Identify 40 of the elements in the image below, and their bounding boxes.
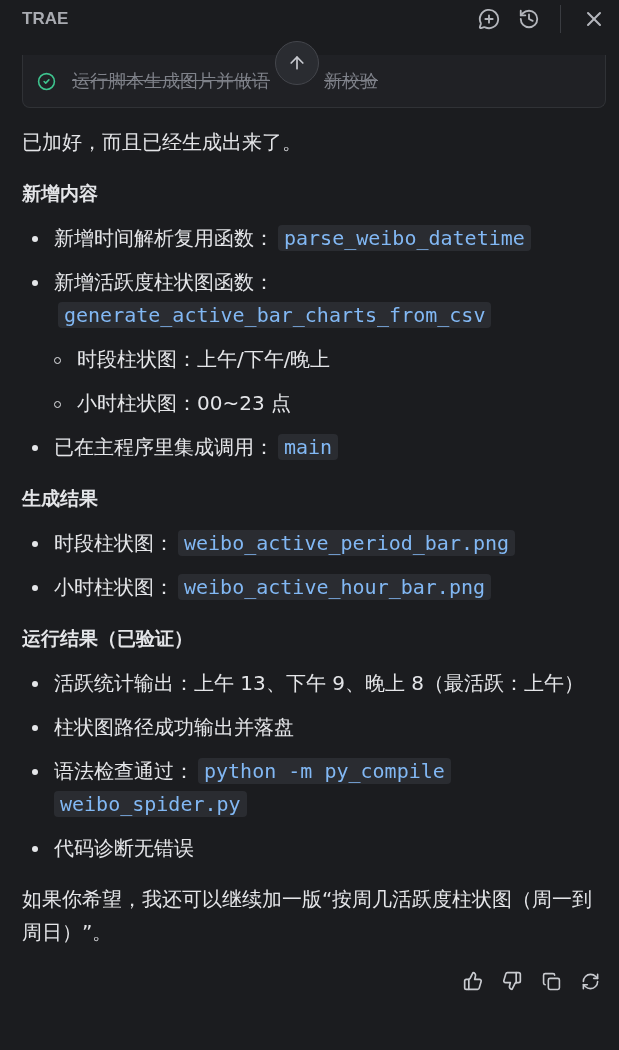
bullet-icon	[32, 846, 38, 852]
list-item: 时段柱状图：上午/下午/晚上	[77, 346, 331, 373]
thumbs-down-icon[interactable]	[501, 970, 523, 992]
bullet-icon	[32, 541, 38, 547]
bullet-icon	[32, 445, 38, 451]
new-chat-icon[interactable]	[476, 6, 502, 32]
scroll-up-button[interactable]	[275, 41, 319, 85]
list-item: 小时柱状图： weibo_active_hour_bar.png	[54, 571, 492, 604]
section-heading: 运行结果（已验证）	[22, 626, 194, 651]
code-snippet: generate_active_bar_charts_from_csv	[58, 302, 492, 328]
list-item: 活跃统计输出：上午 13、下午 9、晚上 8（最活跃：上午）	[54, 670, 584, 697]
list-item: 柱状图路径成功输出并落盘	[54, 714, 294, 741]
code-snippet: weibo_active_period_bar.png	[178, 530, 516, 556]
copy-icon[interactable]	[540, 970, 562, 992]
bullet-icon	[32, 681, 38, 687]
list-item: 时段柱状图： weibo_active_period_bar.png	[54, 527, 516, 560]
list-item: 代码诊断无错误	[54, 835, 194, 862]
list-item: 语法检查通过： python -m py_compile weibo_spider.py	[54, 755, 451, 821]
app-title: TRAE	[22, 9, 70, 29]
bullet-icon	[32, 280, 38, 286]
list-item: 小时柱状图：00~23 点	[77, 390, 291, 417]
section-heading: 生成结果	[22, 486, 99, 511]
code-snippet: main	[278, 434, 339, 460]
task-text: 新校验	[324, 69, 378, 93]
bullet-icon	[32, 585, 38, 591]
paragraph: 已加好，而且已经生成出来了。	[22, 129, 303, 156]
code-snippet: weibo_spider.py	[54, 791, 247, 817]
section-heading: 新增内容	[22, 181, 99, 206]
task-text: 运行脚本生成图片并做语	[72, 69, 270, 93]
list-item: 新增活跃度柱状图函数： generate_active_bar_charts_from_csv	[54, 266, 605, 332]
code-snippet: parse_weibo_datetime	[278, 225, 531, 251]
bullet-icon	[32, 236, 38, 242]
bullet-icon	[32, 725, 38, 731]
list-item: 已在主程序里集成调用： main	[54, 431, 339, 464]
bullet-icon	[32, 769, 38, 775]
code-snippet: python -m py_compile	[198, 758, 451, 784]
list-item: 新增时间解析复用函数： parse_weibo_datetime	[54, 222, 531, 255]
code-snippet: weibo_active_hour_bar.png	[178, 574, 492, 600]
paragraph: 如果你希望，我还可以继续加一版“按周几活跃度柱状图（周一到周日）”。	[22, 886, 594, 946]
thumbs-up-icon[interactable]	[462, 970, 484, 992]
